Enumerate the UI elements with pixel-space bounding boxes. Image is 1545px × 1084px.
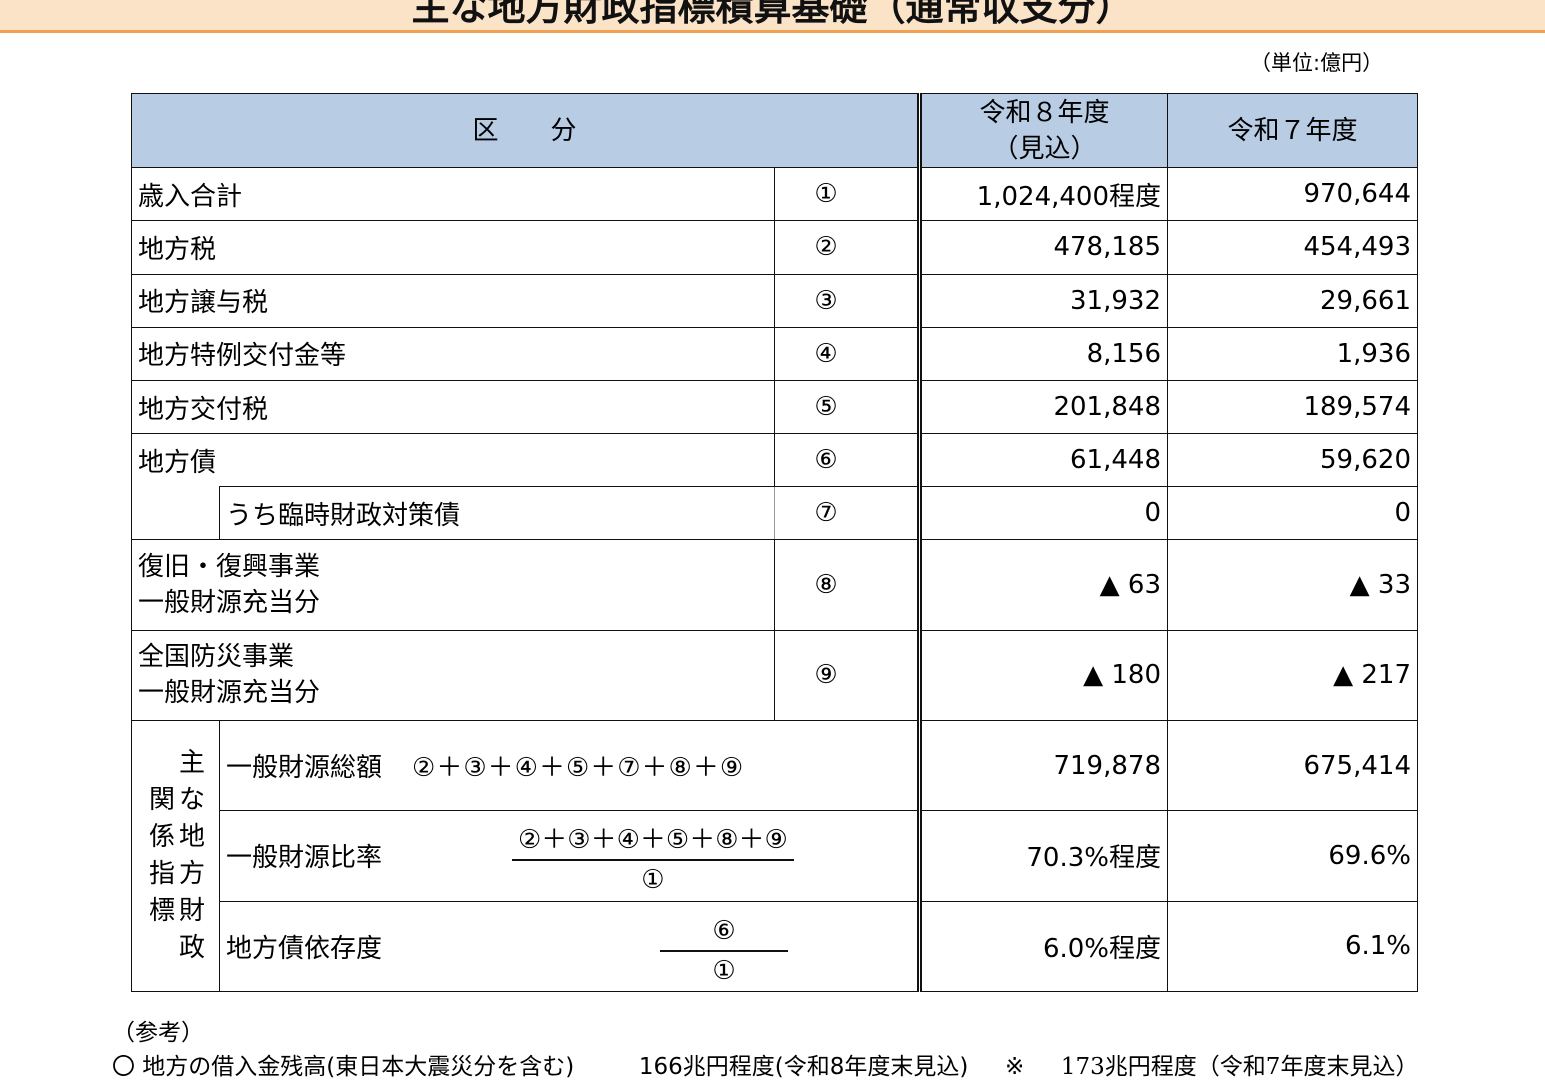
- row-circle: ⑤: [774, 379, 920, 435]
- row-value-r7: 970,644: [1167, 167, 1418, 222]
- row-value-r8: 478,185: [917, 220, 1168, 275]
- row-value-r8: 61,448: [917, 433, 1168, 488]
- indicator-value-r8: 70.3%程度: [917, 810, 1168, 902]
- row-value-r7: 1,936: [1167, 326, 1418, 381]
- indicator-label-cell: 一般財源総額 ②＋③＋④＋⑤＋⑦＋⑧＋⑨: [219, 720, 920, 812]
- notes-debt-label: 〇 地方の借入金残高(東日本大震災分を含む): [112, 1054, 575, 1080]
- row-value-r7: 29,661: [1167, 273, 1418, 328]
- side-label-col1: 関 係 指 標: [148, 785, 175, 927]
- row-value-r7: 189,574: [1167, 379, 1418, 435]
- row-value-r7: 454,493: [1167, 220, 1418, 275]
- indicator-side-label: 関 係 指 標 主 な 地 方 財 政: [131, 720, 220, 992]
- row-value-r7: ▲ 33: [1167, 539, 1418, 631]
- notes-reference-mark: ※: [1005, 1054, 1025, 1080]
- unit-label: （単位:億円）: [1250, 51, 1384, 75]
- notes-line: 〇 地方の借入金残高(東日本大震災分を含む) 166兆円程度(令和8年度末見込)…: [112, 1050, 1418, 1084]
- header-r8: 令和８年度 （見込）: [917, 92, 1168, 169]
- indicator-row: 関 係 指 標 主 な 地 方 財 政 一般財源総額 ②＋③＋④＋⑤＋⑦＋⑧＋⑨ …: [131, 720, 1418, 992]
- table-row: 地方交付税 ⑤ 201,848 189,574: [131, 379, 1418, 435]
- side-label-col2: 主 な 地 方 財 政: [178, 748, 205, 964]
- indicator-row: 一般財源比率 ②＋③＋④＋⑤＋⑧＋⑨ ① 70.3%程度 69.6%: [132, 810, 1418, 902]
- indicator-value-r8: 719,878: [917, 720, 1168, 812]
- table-row: 復旧・復興事業 一般財源充当分 ⑧ ▲ 63 ▲ 33: [131, 539, 1418, 631]
- row-value-r7: ▲ 217: [1167, 629, 1418, 722]
- fiscal-indicator-table: 区 分 令和８年度 （見込） 令和７年度 歳入合計 ① 1,024,400程度 …: [131, 92, 1418, 993]
- indicator-fraction: ②＋③＋④＋⑤＋⑧＋⑨ ①: [512, 823, 794, 897]
- notes-debt-r8: 166兆円程度(令和8年度末見込): [638, 1054, 969, 1080]
- table-header-row: 区 分 令和８年度 （見込） 令和７年度: [131, 92, 1418, 169]
- row-circle: ④: [774, 326, 920, 381]
- indicator-label: 一般財源比率: [226, 843, 383, 874]
- notes-debt-r7: 173兆円程度（令和7年度末見込）: [1060, 1054, 1419, 1080]
- row-circle: ⑦: [774, 486, 920, 541]
- indicator-value-r7: 69.6%: [1167, 810, 1418, 902]
- row-circle: ①: [774, 167, 920, 222]
- indicator-formula: ②＋③＋④＋⑤＋⑦＋⑧＋⑨: [412, 753, 745, 784]
- row-value-r8: 201,848: [917, 379, 1168, 435]
- row-circle: ③: [774, 273, 920, 328]
- header-category: 区 分: [131, 92, 920, 169]
- row-label: 歳入合計: [131, 167, 775, 222]
- row-circle: ⑧: [774, 539, 920, 631]
- table-row: 全国防災事業 一般財源充当分 ⑨ ▲ 180 ▲ 217: [131, 629, 1418, 722]
- row-label: 地方譲与税: [131, 273, 775, 328]
- row-circle: ②: [774, 220, 920, 275]
- row-circle: ⑨: [774, 629, 920, 722]
- header-r8-line2: （見込）: [992, 133, 1097, 164]
- row-value-r8: ▲ 63: [917, 539, 1168, 631]
- row-label: 地方税: [131, 220, 775, 275]
- table-row: 地方特例交付金等 ④ 8,156 1,936: [131, 326, 1418, 381]
- row-value-r8: 0: [917, 486, 1168, 541]
- indicator-label-cell: 一般財源比率 ②＋③＋④＋⑤＋⑧＋⑨ ①: [219, 810, 920, 902]
- table-row: うち臨時財政対策債 ⑦ 0 0: [131, 486, 1418, 541]
- row-label-line2: 一般財源充当分: [138, 678, 321, 709]
- row-label: 地方交付税: [131, 379, 775, 435]
- indicator-value-r7: 6.1%: [1167, 900, 1418, 993]
- notes-heading: （参考）: [112, 1020, 204, 1046]
- row-label: 地方特例交付金等: [131, 326, 775, 381]
- row-value-r8: 8,156: [917, 326, 1168, 381]
- row-label-line1: 復旧・復興事業: [138, 552, 321, 583]
- row-label-line2: 一般財源充当分: [138, 588, 321, 619]
- indicator-fraction: ⑥ ①: [660, 914, 788, 988]
- row-value-r8: ▲ 180: [917, 629, 1168, 722]
- row-value-r7: 59,620: [1167, 433, 1418, 488]
- table-row: 地方債 ⑥ 61,448 59,620: [131, 433, 1418, 488]
- indicator-label-cell: 地方債依存度 ⑥ ①: [219, 900, 920, 993]
- indicator-value-r7: 675,414: [1167, 720, 1418, 812]
- row-label-line1: 全国防災事業: [138, 642, 295, 673]
- row-label: 復旧・復興事業 一般財源充当分: [131, 539, 775, 631]
- table-row: 地方譲与税 ③ 31,932 29,661: [131, 273, 1418, 328]
- header-r8-line1: 令和８年度: [979, 97, 1110, 128]
- indicator-value-r8: 6.0%程度: [917, 900, 1168, 993]
- row-value-r7: 0: [1167, 486, 1418, 541]
- side-label-text: 関 係 指 標 主 な 地 方 財 政: [147, 745, 207, 967]
- row-label: うち臨時財政対策債: [219, 486, 775, 541]
- indicator-row: 地方債依存度 ⑥ ① 6.0%程度 6.1%: [132, 900, 1418, 993]
- fraction-numerator: ⑥: [660, 914, 788, 952]
- table-row: 地方税 ② 478,185 454,493: [131, 220, 1418, 275]
- reference-notes: （参考） 〇 地方の借入金残高(東日本大震災分を含む) 166兆円程度(令和8年…: [112, 1016, 1418, 1084]
- title-banner: 主な地方財政指標積算基礎（通常収支分）: [0, 0, 1545, 33]
- fraction-denominator: ①: [641, 865, 665, 896]
- table-row: 歳入合計 ① 1,024,400程度 970,644: [131, 167, 1418, 222]
- row-label: 全国防災事業 一般財源充当分: [131, 629, 775, 722]
- indicator-label: 地方債依存度: [226, 933, 383, 964]
- fraction-numerator: ②＋③＋④＋⑤＋⑧＋⑨: [512, 823, 794, 862]
- row-value-r8: 1,024,400程度: [917, 167, 1168, 222]
- row-label: 地方債: [131, 433, 775, 487]
- row-circle: ⑥: [774, 433, 920, 488]
- indicator-label: 一般財源総額: [226, 753, 383, 784]
- header-r7: 令和７年度: [1167, 92, 1418, 169]
- row-indent-spacer: [131, 486, 220, 541]
- fraction-denominator: ①: [712, 955, 736, 986]
- row-value-r8: 31,932: [917, 273, 1168, 328]
- page-title: 主な地方財政指標積算基礎（通常収支分）: [411, 0, 1134, 29]
